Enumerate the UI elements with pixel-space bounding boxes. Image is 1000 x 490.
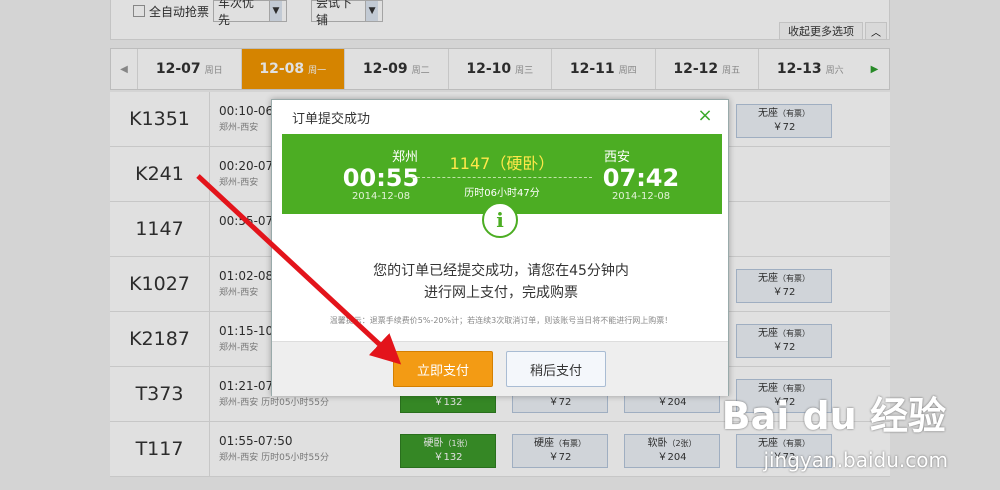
success-message: 您的订单已经提交成功，请您在45分钟内 进行网上支付，完成购票 bbox=[272, 260, 730, 304]
info-icon: i bbox=[482, 202, 518, 238]
arrival-info: 西安 07:42 2014-12-08 bbox=[596, 146, 686, 202]
train-info: 1147（硬卧） bbox=[449, 154, 555, 173]
close-icon[interactable]: × bbox=[696, 107, 714, 125]
dialog-title: 订单提交成功 bbox=[292, 111, 371, 127]
arrive-date: 2014-12-08 bbox=[611, 191, 671, 202]
baidu-watermark: Bai du 经验 bbox=[721, 394, 946, 438]
arrive-time: 07:42 bbox=[602, 164, 680, 192]
pay-later-button[interactable]: 稍后支付 bbox=[506, 351, 606, 387]
to-station: 西安 bbox=[604, 150, 631, 165]
refund-tip: 温馨提示：退票手续费价5%-20%计；若连续3次取消订单，则该账号当日将不能进行… bbox=[329, 316, 673, 325]
watermark-url: jingyan.baidu.com bbox=[763, 448, 948, 472]
route-divider bbox=[412, 177, 592, 178]
dialog-footer: 立即支付 稍后支付 bbox=[272, 341, 728, 396]
order-success-dialog: 订单提交成功 × 郑州 00:55 2014-12-08 1147（硬卧） 历时… bbox=[271, 99, 729, 396]
message-line-1: 您的订单已经提交成功，请您在45分钟内 bbox=[373, 263, 629, 279]
pay-now-button[interactable]: 立即支付 bbox=[393, 351, 493, 387]
duration: 历时06小时47分 bbox=[464, 188, 540, 199]
message-line-2: 进行网上支付，完成购票 bbox=[424, 285, 578, 301]
